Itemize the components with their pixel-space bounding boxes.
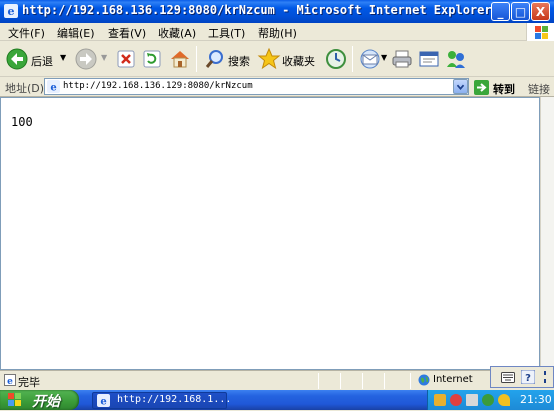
refresh-icon[interactable] [143, 50, 161, 68]
status-divider [384, 373, 385, 389]
chevron-down-icon[interactable] [453, 79, 468, 94]
monitor-icon[interactable] [466, 394, 478, 406]
address-bar: 地址(D) e http://192.168.136.129:8080/krNz… [0, 77, 554, 97]
status-divider [410, 373, 411, 389]
maximize-button[interactable]: □ [511, 2, 530, 21]
ie-icon: e [97, 394, 110, 407]
svg-text:e: e [8, 5, 15, 18]
volume-icon[interactable] [498, 394, 510, 406]
start-label: 开始 [32, 394, 60, 410]
svg-text:e: e [7, 377, 13, 386]
page-content[interactable]: 100 [0, 97, 540, 370]
page-icon: e [47, 80, 60, 93]
messenger-tray-icon[interactable] [482, 394, 494, 406]
menu-edit[interactable]: 编辑(E) [57, 25, 95, 41]
back-dropdown-icon[interactable]: ▼ [60, 53, 66, 62]
security-zone: Internet [433, 374, 473, 385]
globe-icon [418, 374, 430, 386]
windows-logo-icon [526, 23, 554, 41]
address-label: 地址(D) [5, 82, 45, 95]
menu-view[interactable]: 查看(V) [108, 25, 146, 41]
menu-help[interactable]: 帮助(H) [258, 25, 297, 41]
search-label[interactable]: 搜索 [228, 53, 250, 69]
menu-tools[interactable]: 工具(T) [208, 25, 245, 41]
print-icon[interactable] [391, 49, 413, 69]
svg-text:e: e [50, 83, 56, 94]
links-button[interactable]: 链接 [528, 81, 550, 97]
toolbar-separator [352, 46, 353, 72]
stop-icon[interactable] [117, 50, 135, 68]
go-button[interactable]: 转到 [493, 81, 515, 97]
messenger-icon[interactable] [445, 49, 467, 69]
clock[interactable]: 21:30 [520, 393, 552, 406]
toolbar: 后退 ▼ ▼ 搜索 收藏夹 ▼ [0, 41, 554, 77]
title-bar[interactable]: e http://192.168.136.129:8080/krNzcum - … [0, 0, 554, 23]
done-page-icon: e [4, 374, 16, 386]
status-bar: e 完毕 Internet [0, 370, 554, 390]
mail-icon[interactable] [359, 49, 381, 69]
back-label[interactable]: 后退 [31, 53, 53, 69]
status-divider [340, 373, 341, 389]
mail-dropdown-icon[interactable]: ▼ [381, 53, 387, 62]
content-text: 100 [11, 115, 33, 129]
vertical-scrollbar[interactable] [540, 97, 554, 370]
favorites-label[interactable]: 收藏夹 [282, 53, 315, 69]
svg-text:?: ? [525, 373, 531, 384]
close-button[interactable]: X [531, 2, 550, 21]
forward-arrow-icon[interactable] [75, 48, 97, 70]
address-url: http://192.168.136.129:8080/krNzcum [63, 81, 253, 91]
menu-bar: 文件(F) 编辑(E) 查看(V) 收藏(A) 工具(T) 帮助(H) [0, 23, 554, 41]
ie-icon: e [4, 4, 18, 18]
taskbar-item-label: http://192.168.1... [117, 394, 232, 405]
edit-icon[interactable] [418, 49, 440, 69]
language-bar[interactable]: ? [490, 366, 554, 388]
status-divider [362, 373, 363, 389]
network-icon[interactable] [434, 394, 446, 406]
forward-dropdown-icon[interactable]: ▼ [101, 53, 107, 62]
security-shield-icon[interactable] [450, 394, 462, 406]
keyboard-icon[interactable] [501, 372, 515, 383]
minimize-button[interactable]: _ [491, 2, 510, 21]
system-tray: 21:30 [427, 390, 554, 410]
svg-text:e: e [100, 397, 106, 408]
start-button[interactable]: 开始 [0, 390, 79, 410]
go-arrow-icon[interactable] [474, 80, 489, 95]
back-arrow-icon[interactable] [6, 48, 28, 70]
history-icon[interactable] [325, 48, 347, 70]
home-icon[interactable] [169, 48, 191, 70]
menu-favorites[interactable]: 收藏(A) [158, 25, 196, 41]
status-divider [318, 373, 319, 389]
search-icon[interactable] [204, 48, 226, 70]
window-title: http://192.168.136.129:8080/krNzcum - Mi… [22, 3, 492, 17]
address-input[interactable]: e http://192.168.136.129:8080/krNzcum [44, 78, 469, 95]
windows-flag-icon [8, 393, 21, 406]
status-text: 完毕 [18, 376, 40, 389]
menu-file[interactable]: 文件(F) [8, 25, 45, 41]
favorites-star-icon[interactable] [257, 47, 281, 71]
options-icon[interactable] [541, 371, 549, 383]
help-icon[interactable]: ? [521, 370, 535, 384]
toolbar-separator [196, 46, 197, 72]
taskbar-item-ie[interactable]: e http://192.168.1... [92, 392, 231, 409]
